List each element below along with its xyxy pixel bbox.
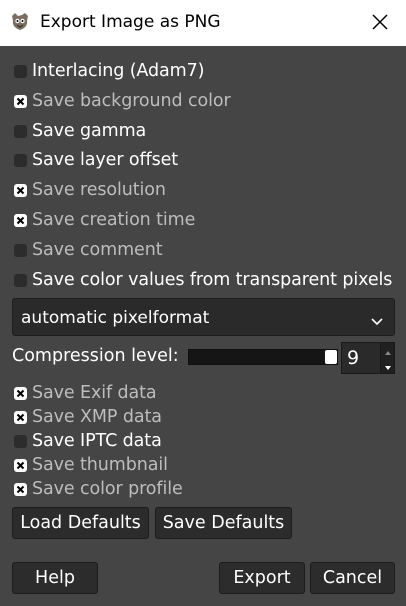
checkbox-checked-icon[interactable] [14, 183, 27, 197]
checkbox-label: Save thumbnail [32, 455, 168, 475]
save-gamma-checkbox[interactable]: Save gamma [14, 119, 146, 143]
save-thumbnail-checkbox[interactable]: Save thumbnail [14, 453, 168, 477]
compression-label: Compression level: [12, 346, 179, 366]
checkbox-unchecked-icon[interactable] [14, 153, 27, 167]
close-button[interactable] [366, 10, 394, 36]
interlacing-adam7-checkbox[interactable]: Interlacing (Adam7) [14, 59, 204, 83]
checkbox-unchecked-icon[interactable] [14, 273, 27, 287]
save-layer-offset-checkbox[interactable]: Save layer offset [14, 148, 178, 172]
checkbox-unchecked-icon[interactable] [14, 243, 27, 257]
compression-value: 9 [347, 347, 360, 369]
checkbox-label: Save Exif data [32, 383, 157, 403]
checkbox-checked-icon[interactable] [14, 458, 27, 472]
checkbox-checked-icon[interactable] [14, 386, 27, 400]
pixelformat-value: automatic pixelformat [21, 308, 210, 328]
title-bar: Export Image as PNG [0, 0, 406, 46]
checkbox-label: Save comment [32, 240, 163, 260]
checkbox-unchecked-icon[interactable] [14, 64, 27, 78]
cancel-button[interactable]: Cancel [310, 562, 395, 594]
save-iptc-data-checkbox[interactable]: Save IPTC data [14, 429, 162, 453]
checkbox-checked-icon[interactable] [14, 482, 27, 496]
compression-spinbox[interactable]: 9 [341, 342, 395, 374]
compression-slider-fill [189, 350, 325, 364]
checkbox-label: Save gamma [32, 121, 147, 141]
checkbox-checked-icon[interactable] [14, 94, 27, 108]
save-background-color-checkbox[interactable]: Save background color [14, 89, 231, 113]
spin-buttons [380, 343, 394, 373]
checkbox-checked-icon[interactable] [14, 213, 27, 227]
compression-slider-handle[interactable] [325, 350, 337, 364]
checkbox-unchecked-icon[interactable] [14, 434, 27, 448]
chevron-down-icon [370, 312, 384, 331]
gimp-app-icon [9, 12, 31, 32]
checkbox-unchecked-icon[interactable] [14, 124, 27, 138]
export-button[interactable]: Export [219, 562, 305, 594]
checkbox-label: Interlacing (Adam7) [32, 61, 205, 81]
close-icon [366, 10, 394, 36]
load-defaults-button[interactable]: Load Defaults [12, 507, 149, 539]
checkbox-label: Save IPTC data [32, 431, 162, 451]
help-button[interactable]: Help [12, 562, 98, 594]
save-resolution-checkbox[interactable]: Save resolution [14, 178, 166, 202]
checkbox-label: Save layer offset [32, 150, 179, 170]
checkbox-label: Save background color [32, 91, 231, 111]
checkbox-label: Save resolution [32, 180, 166, 200]
save-comment-checkbox[interactable]: Save comment [14, 238, 163, 262]
compression-slider[interactable] [188, 349, 338, 365]
checkbox-label: Save color values from transparent pixel… [32, 270, 393, 290]
save-creation-time-checkbox[interactable]: Save creation time [14, 208, 195, 232]
checkbox-label: Save color profile [32, 479, 183, 499]
save-color-profile-checkbox[interactable]: Save color profile [14, 477, 183, 501]
save-xmp-data-checkbox[interactable]: Save XMP data [14, 405, 162, 429]
checkbox-label: Save XMP data [32, 407, 162, 427]
spin-down-button[interactable] [381, 358, 394, 373]
pixelformat-dropdown[interactable]: automatic pixelformat [12, 298, 395, 336]
save-color-values-from-transparent-pixels-checkbox[interactable]: Save color values from transparent pixel… [14, 268, 392, 292]
save-defaults-button[interactable]: Save Defaults [155, 507, 292, 539]
save-exif-data-checkbox[interactable]: Save Exif data [14, 381, 157, 405]
checkbox-label: Save creation time [32, 210, 196, 230]
window-title: Export Image as PNG [40, 12, 221, 32]
caret-down-icon [384, 356, 392, 375]
checkbox-checked-icon[interactable] [14, 410, 27, 424]
